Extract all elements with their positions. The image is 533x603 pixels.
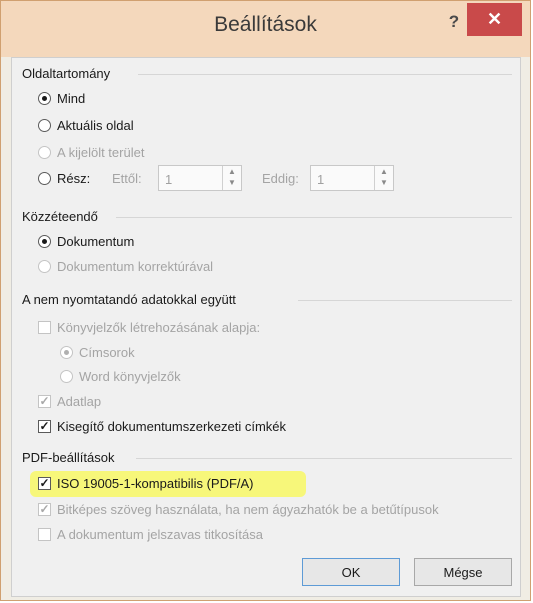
radio-selection: A kijelölt terület [38,145,144,160]
radio-document-icon[interactable] [38,235,51,248]
radio-document[interactable]: Dokumentum [38,234,134,249]
from-spin-arrows-icon[interactable]: ▲ ▼ [222,166,241,190]
radio-selection-icon [38,146,51,159]
document-properties-checkbox: ✓ Adatlap [38,394,101,409]
bitmap-text-checkbox: ✓ Bitképes szöveg használata, ha nem ágy… [38,502,439,517]
radio-current-page-icon[interactable] [38,119,51,132]
iso-compliant-label: ISO 19005-1-kompatibilis (PDF/A) [57,476,254,491]
document-properties-label: Adatlap [57,394,102,409]
encrypt-checkbox: A dokumentum jelszavas titkosítása [38,527,263,542]
radio-all-icon[interactable] [38,92,51,105]
to-stepper[interactable]: 1 ▲ ▼ [310,165,394,191]
radio-headings: Címsorok [60,345,135,360]
radio-word-bookmarks-icon [60,370,73,383]
radio-selection-label: A kijelölt terület [57,145,145,160]
radio-document-label: Dokumentum [57,234,135,249]
radio-headings-icon [60,346,73,359]
radio-word-bookmarks: Word könyvjelzők [60,369,181,384]
bitmap-text-label: Bitképes szöveg használata, ha nem ágyaz… [57,502,439,517]
document-properties-check-icon: ✓ [38,394,51,408]
settings-dialog: Beállítások ? ✕ Oldaltartomány Mind Aktu… [0,0,531,601]
cancel-button[interactable]: Mégse [414,558,512,586]
radio-all-label: Mind [57,91,86,106]
close-button[interactable]: ✕ [467,3,522,36]
encrypt-check-icon [38,528,51,541]
page-range-divider [138,74,512,75]
pdf-options-title: PDF-beállítások [22,450,115,465]
radio-range-label: Rész: [57,171,91,186]
radio-headings-label: Címsorok [79,345,135,360]
structure-tags-checkbox[interactable]: ✓ Kisegítő dokumentumszerkezeti címkék [38,419,286,434]
radio-current-page-label: Aktuális oldal [57,118,134,133]
from-label: Ettől: [112,171,142,186]
iso-compliant-check-icon[interactable]: ✓ [38,477,51,490]
structure-tags-label: Kisegítő dokumentumszerkezeti címkék [57,419,287,434]
bitmap-text-check-icon: ✓ [38,502,51,516]
create-bookmarks-check-icon [38,321,51,334]
iso-compliant-checkbox[interactable]: ✓ ISO 19005-1-kompatibilis (PDF/A) [38,476,254,491]
publish-title: Közzéteendő [22,209,98,224]
create-bookmarks-checkbox: Könyvjelzők létrehozásának alapja: [38,320,260,335]
radio-range[interactable]: Rész: [38,171,90,186]
non-printing-divider [298,300,512,301]
to-spin-arrows-icon[interactable]: ▲ ▼ [374,166,393,190]
radio-document-markup: Dokumentum korrektúrával [38,259,213,274]
create-bookmarks-label: Könyvjelzők létrehozásának alapja: [57,320,261,335]
radio-word-bookmarks-label: Word könyvjelzők [79,369,181,384]
radio-range-icon[interactable] [38,172,51,185]
non-printing-title: A nem nyomtatandó adatokkal együtt [22,292,236,307]
help-button[interactable]: ? [441,9,467,35]
page-range-title: Oldaltartomány [22,66,111,81]
to-value: 1 [317,172,325,187]
from-stepper[interactable]: 1 ▲ ▼ [158,165,242,191]
pdf-options-divider [136,458,512,459]
structure-tags-check-icon[interactable]: ✓ [38,420,51,433]
radio-current-page[interactable]: Aktuális oldal [38,118,134,133]
from-value: 1 [165,172,173,187]
encrypt-label: A dokumentum jelszavas titkosítása [57,527,263,542]
dialog-content: Oldaltartomány Mind Aktuális oldal A kij… [11,57,521,597]
publish-divider [116,217,512,218]
to-label: Eddig: [262,171,299,186]
radio-document-markup-icon [38,260,51,273]
radio-document-markup-label: Dokumentum korrektúrával [57,259,214,274]
radio-all[interactable]: Mind [38,91,85,106]
ok-button[interactable]: OK [302,558,400,586]
title-bar[interactable]: Beállítások ? ✕ [1,1,530,57]
